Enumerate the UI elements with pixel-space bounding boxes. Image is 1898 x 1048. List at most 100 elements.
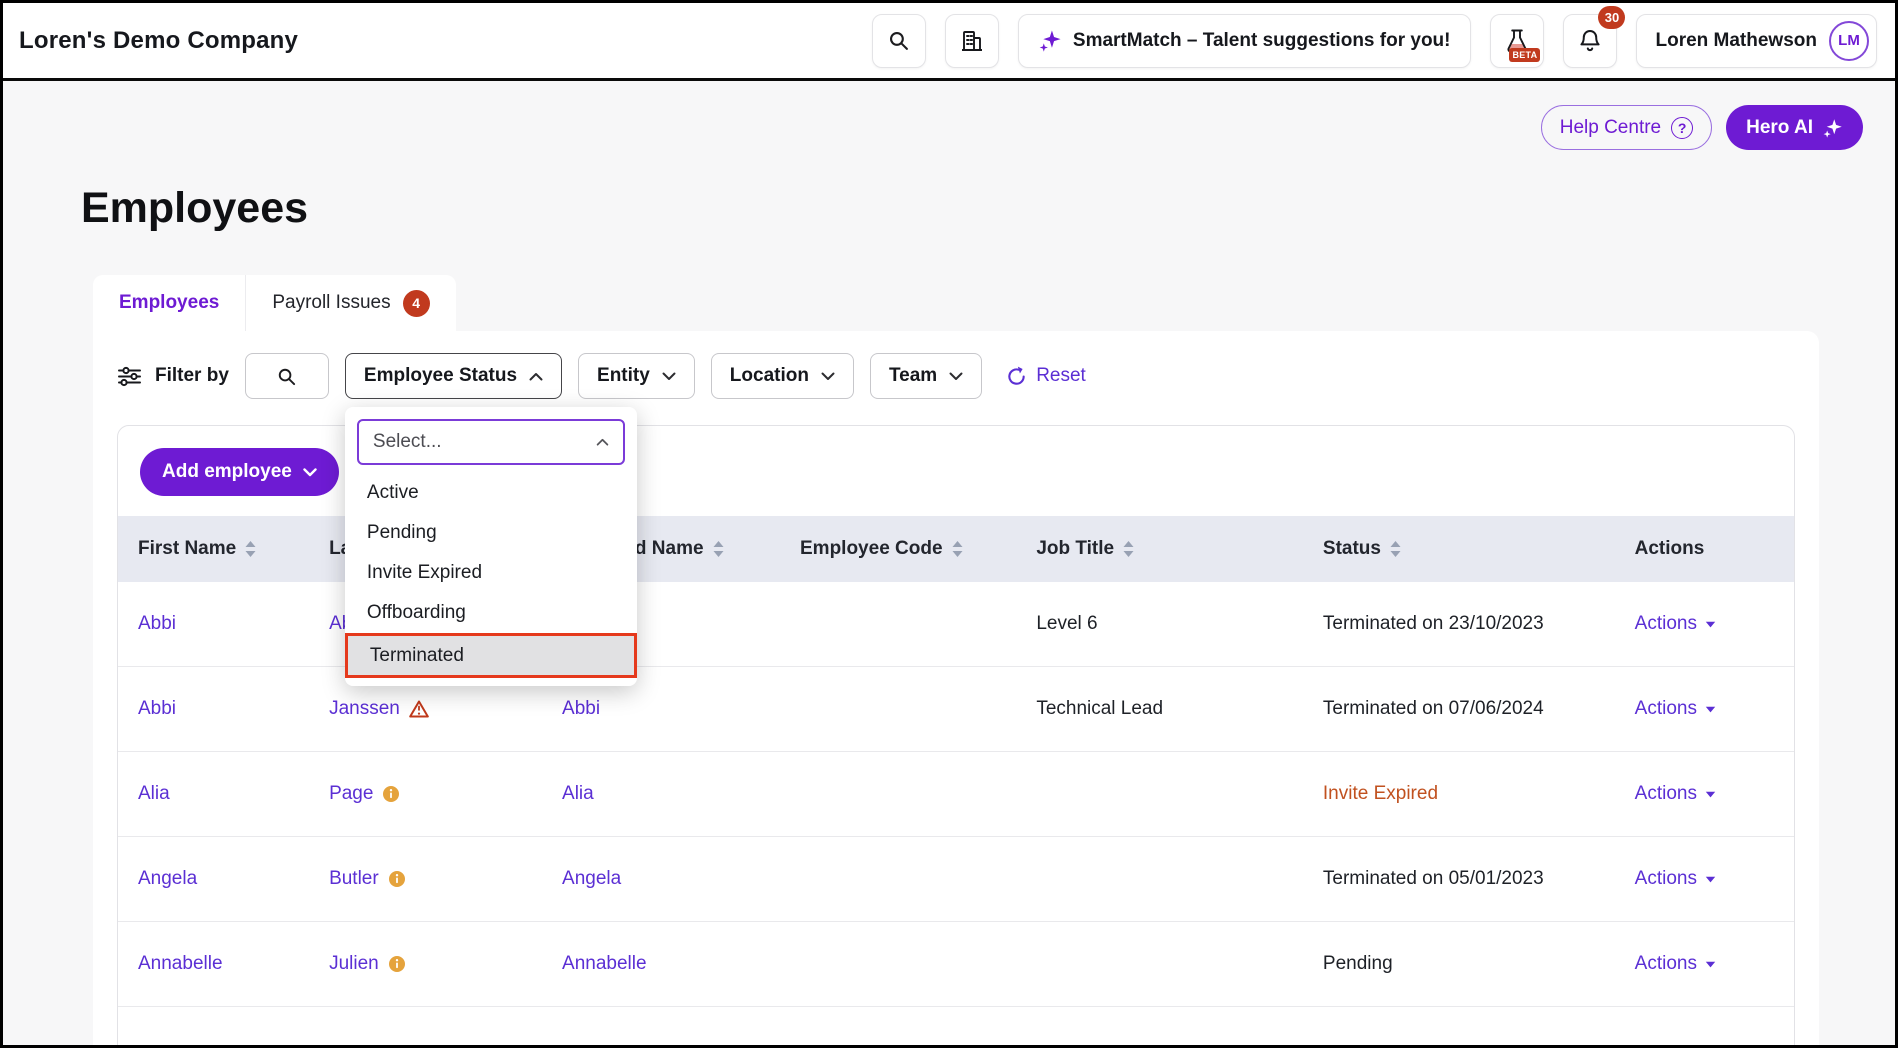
info-icon [388,870,406,888]
tab-payroll-issues[interactable]: Payroll Issues 4 [246,275,455,331]
status-option-offboarding[interactable]: Offboarding [345,593,637,633]
first-name-cell: Abbi [118,667,309,751]
organisation-button[interactable] [945,14,999,68]
first-name-cell: Annabelle [118,922,309,1006]
status-cell: Pending [1303,922,1615,1006]
actions-cell: Actions [1615,667,1794,751]
preferred-name-link[interactable]: Annabelle [562,953,647,975]
notifications-button[interactable]: 30 [1563,14,1617,68]
last-name-link[interactable]: Julien [329,953,379,975]
chevron-down-icon [303,468,317,477]
smartmatch-label: SmartMatch – Talent suggestions for you! [1073,30,1451,52]
first-name-link[interactable]: Abbi [138,698,176,720]
first-name-link[interactable]: Annabelle [138,953,223,975]
labs-beta-button[interactable]: BETA [1490,14,1544,68]
status-option-list: ActivePendingInvite ExpiredOffboardingTe… [345,473,637,678]
chevron-down-icon [949,372,963,381]
employee-status-dropdown: Select... ActivePendingInvite ExpiredOff… [345,407,637,686]
last-name-cell: Julien [309,922,542,1006]
search-icon [277,367,296,386]
info-icon [388,955,406,973]
sort-icon [952,541,963,557]
sort-icon [245,541,256,557]
sparkle-icon [1039,29,1062,52]
employee-code-cell [780,922,1016,1006]
user-name: Loren Mathewson [1655,30,1817,52]
first-name-link[interactable]: Abbi [138,613,176,635]
column-header-employee-code[interactable]: Employee Code [780,516,1016,582]
info-icon [382,785,400,803]
preferred-name-link[interactable]: Angela [562,868,621,890]
table-row: Alia Page Alia Invite Expired Actions [118,752,1794,837]
add-employee-button[interactable]: Add employee [140,448,339,496]
first-name-cell: Alia [118,752,309,836]
job-title-cell: Level 6 [1016,582,1303,666]
search-button[interactable] [872,14,926,68]
status-option-terminated[interactable]: Terminated [345,633,637,678]
status-cell: Invite Expired [1303,752,1615,836]
status-cell: Terminated on 07/06/2024 [1303,667,1615,751]
first-name-link[interactable]: Angela [138,868,197,890]
preferred-name-cell: Annabelle [542,922,780,1006]
status-option-pending[interactable]: Pending [345,513,637,553]
tab-employees[interactable]: Employees [93,275,246,331]
sort-icon [713,541,724,557]
row-actions-button[interactable]: Actions [1635,953,1716,975]
preferred-name-link[interactable]: Alia [562,783,594,805]
last-name-link[interactable]: Page [329,783,373,805]
row-actions-button[interactable]: Actions [1635,698,1716,720]
caret-down-icon [1705,791,1716,798]
tab-payroll-label: Payroll Issues [272,292,390,314]
sort-icon [1123,541,1134,557]
filter-team[interactable]: Team [870,353,982,399]
warning-icon [409,700,429,718]
column-header-job-title[interactable]: Job Title [1016,516,1303,582]
filter-employee-status[interactable]: Employee Status [345,353,562,399]
column-header-status[interactable]: Status [1303,516,1615,582]
status-select-input[interactable]: Select... [357,419,625,465]
status-option-active[interactable]: Active [345,473,637,513]
add-employee-label: Add employee [162,461,292,483]
bell-icon [1578,28,1602,53]
row-actions-button[interactable]: Actions [1635,783,1716,805]
table-search-button[interactable] [245,353,329,399]
status-option-invite-expired[interactable]: Invite Expired [345,553,637,593]
column-header-first-name[interactable]: First Name [118,516,309,582]
caret-down-icon [1705,621,1716,628]
actions-cell: Actions [1615,922,1794,1006]
chevron-down-icon [821,372,835,381]
last-name-cell: Page [309,752,542,836]
first-name-cell: Abbi [118,582,309,666]
hero-ai-label: Hero AI [1746,117,1813,139]
question-mark-icon: ? [1671,117,1693,139]
help-row: Help Centre ? Hero AI [3,81,1895,150]
tab-employees-label: Employees [119,292,219,314]
select-placeholder: Select... [373,431,442,453]
building-icon [960,29,984,53]
first-name-link[interactable]: Alia [138,783,170,805]
row-actions-button[interactable]: Actions [1635,868,1716,890]
status-cell: Terminated on 05/01/2023 [1303,837,1615,921]
search-icon [888,30,909,51]
filter-location[interactable]: Location [711,353,854,399]
help-centre-button[interactable]: Help Centre ? [1541,105,1712,150]
user-menu-button[interactable]: Loren Mathewson LM [1636,14,1877,68]
avatar: LM [1829,21,1869,61]
location-label: Location [730,365,809,387]
caret-down-icon [1705,706,1716,713]
job-title-cell [1016,837,1303,921]
employee-code-cell [780,752,1016,836]
actions-cell: Actions [1615,837,1794,921]
reset-filters-button[interactable]: Reset [1006,365,1086,387]
beta-badge: BETA [1509,48,1540,62]
preferred-name-link[interactable]: Abbi [562,698,600,720]
row-actions-button[interactable]: Actions [1635,613,1716,635]
last-name-link[interactable]: Janssen [329,698,400,720]
hero-ai-button[interactable]: Hero AI [1726,105,1863,150]
chevron-up-icon [596,438,609,446]
last-name-link[interactable]: Butler [329,868,379,890]
smartmatch-button[interactable]: SmartMatch – Talent suggestions for you! [1018,14,1472,68]
filter-entity[interactable]: Entity [578,353,695,399]
employee-status-filter-wrap: Employee Status Select... ActivePendingI… [345,353,562,399]
page-title: Employees [81,184,1895,233]
